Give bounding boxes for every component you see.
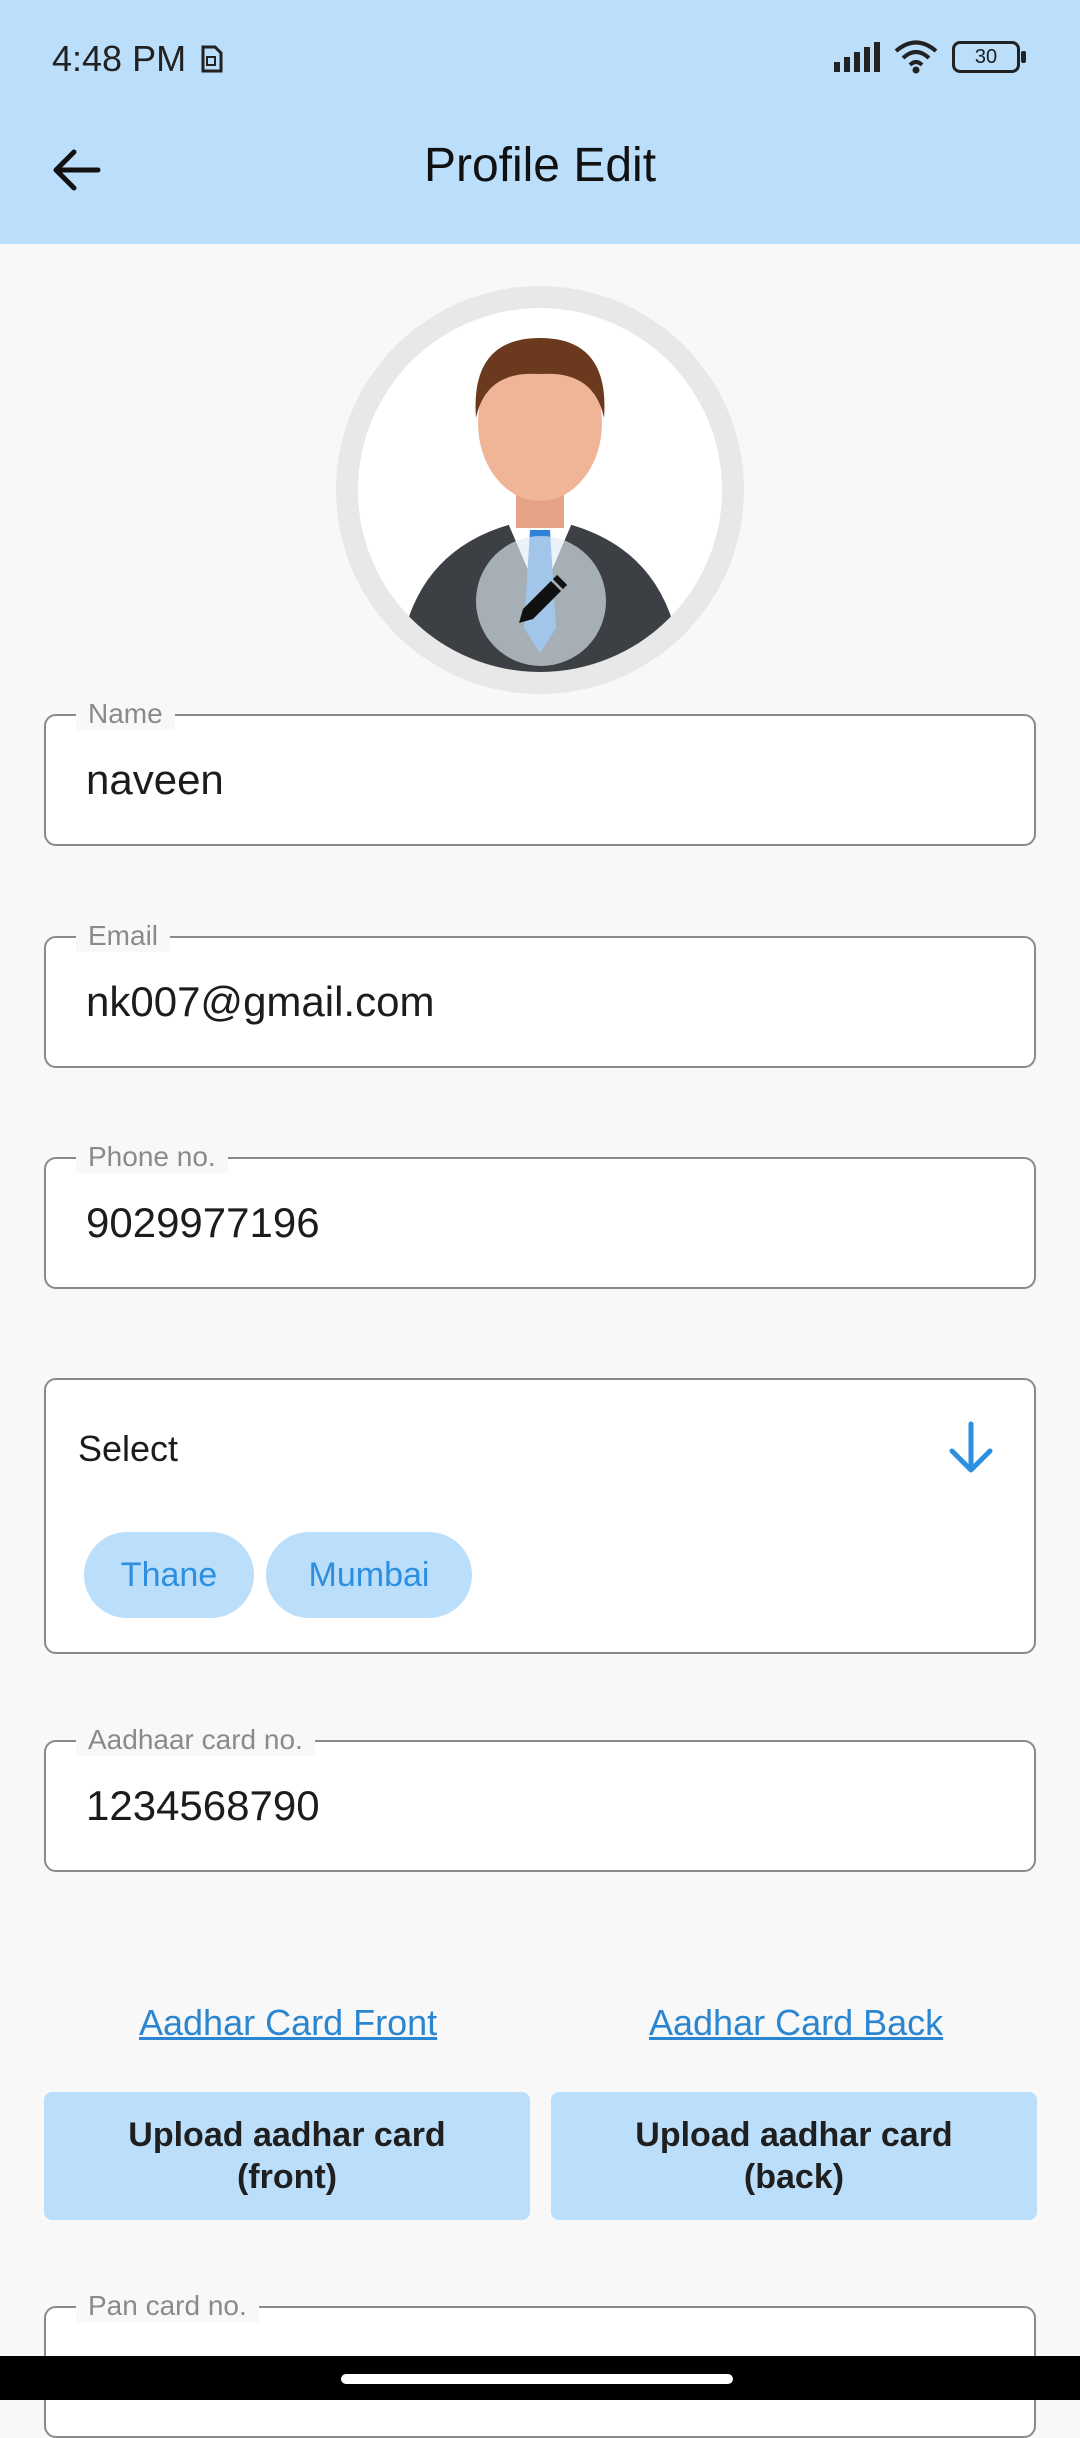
- name-value[interactable]: naveen: [86, 756, 224, 804]
- name-field[interactable]: Name naveen: [44, 698, 1036, 846]
- pencil-icon: [519, 574, 568, 623]
- aadhaar-label: Aadhaar card no.: [76, 1724, 315, 1756]
- battery-icon: 30: [952, 41, 1026, 73]
- email-field[interactable]: Email nk007@gmail.com: [44, 920, 1036, 1068]
- upload-aadhar-back-button[interactable]: Upload aadhar card (back): [551, 2092, 1037, 2220]
- chip-mumbai-label: Mumbai: [308, 1555, 430, 1594]
- city-select[interactable]: Select Thane Mumbai: [44, 1378, 1036, 1654]
- profile-avatar[interactable]: [336, 286, 744, 694]
- upload-aadhar-front-button[interactable]: Upload aadhar card (front): [44, 2092, 530, 2220]
- aadhaar-value[interactable]: 1234568790: [86, 1782, 320, 1830]
- pan-label: Pan card no.: [76, 2290, 259, 2322]
- phone-field[interactable]: Phone no. 9029977196: [44, 1141, 1036, 1289]
- arrow-down-icon[interactable]: [946, 1420, 996, 1476]
- aadhar-front-link[interactable]: Aadhar Card Front: [139, 2002, 437, 2044]
- aadhaar-field[interactable]: Aadhaar card no. 1234568790: [44, 1724, 1036, 1872]
- name-label: Name: [76, 698, 175, 730]
- select-label: Select: [78, 1428, 179, 1469]
- email-label: Email: [76, 920, 171, 952]
- signal-icon: [834, 42, 880, 72]
- email-value[interactable]: nk007@gmail.com: [86, 978, 434, 1026]
- status-icons: 30: [832, 40, 1026, 74]
- app-header: 4:48 PM 30 Profile Edit: [0, 0, 1080, 244]
- page-title: Profile Edit: [423, 139, 657, 192]
- battery-level: 30: [974, 45, 998, 68]
- status-time-text: 4:48 PM: [52, 38, 187, 79]
- status-time: 4:48 PM: [52, 38, 224, 80]
- chip-mumbai[interactable]: Mumbai: [266, 1532, 472, 1618]
- wifi-icon: [894, 40, 938, 74]
- home-gesture-handle[interactable]: [341, 2374, 733, 2384]
- phone-label: Phone no.: [76, 1141, 228, 1173]
- sim-icon: [201, 45, 223, 73]
- phone-value[interactable]: 9029977196: [86, 1199, 320, 1247]
- chip-thane-label: Thane: [120, 1555, 218, 1594]
- chip-thane[interactable]: Thane: [84, 1532, 254, 1618]
- aadhar-back-link[interactable]: Aadhar Card Back: [649, 2002, 943, 2044]
- edit-avatar-button[interactable]: [476, 536, 606, 666]
